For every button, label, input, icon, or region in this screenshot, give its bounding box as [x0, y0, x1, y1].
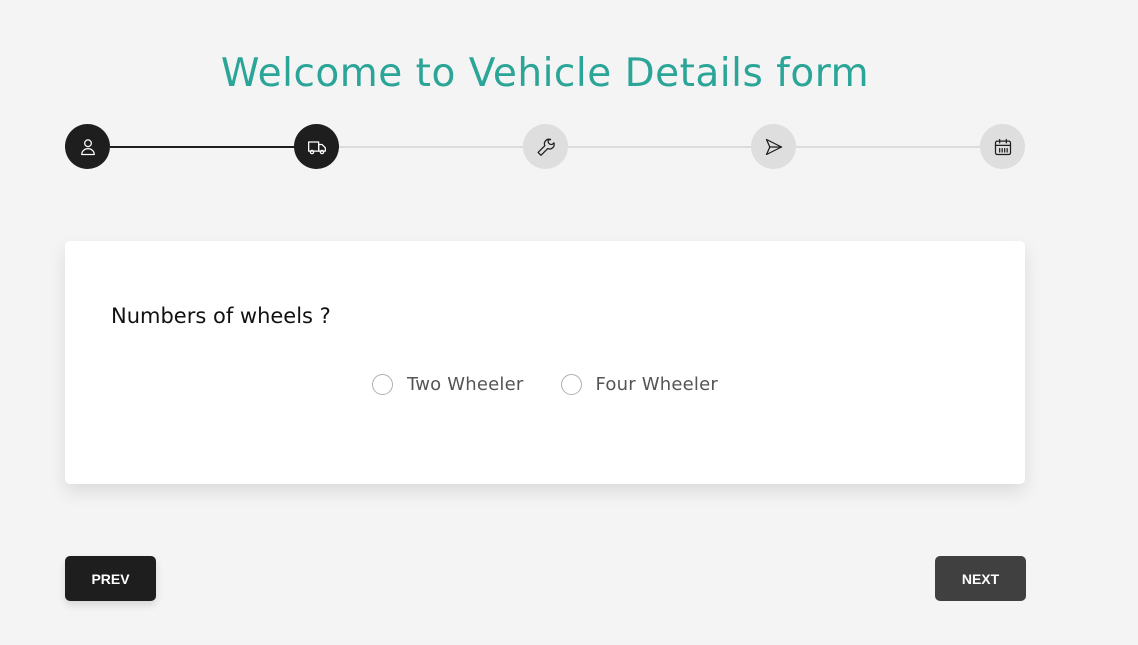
question-label: Numbers of wheels ? — [111, 304, 331, 328]
option-four-wheeler[interactable]: Four Wheeler — [560, 374, 719, 395]
step-vehicle[interactable] — [294, 124, 339, 169]
step-schedule[interactable] — [980, 124, 1025, 169]
stepper-track-pending — [339, 146, 980, 148]
prev-button[interactable]: PREV — [65, 556, 156, 601]
progress-stepper — [65, 124, 1025, 169]
step-personal[interactable] — [65, 124, 110, 169]
step-service[interactable] — [523, 124, 568, 169]
send-icon — [765, 138, 782, 155]
truck-icon — [307, 140, 326, 154]
calendar-icon — [994, 138, 1011, 155]
wheel-options: Two Wheeler Four Wheeler — [65, 374, 1027, 395]
user-icon — [80, 138, 95, 155]
page-title: Welcome to Vehicle Details form — [220, 51, 870, 96]
four-wheeler-label: Four Wheeler — [595, 374, 718, 395]
two-wheeler-label: Two Wheeler — [406, 374, 524, 395]
option-two-wheeler[interactable]: Two Wheeler — [371, 374, 524, 395]
two-wheeler-radio[interactable] — [371, 374, 393, 395]
question-card: Numbers of wheels ? Two Wheeler Four Whe… — [65, 241, 1025, 484]
wrench-icon — [536, 138, 555, 156]
four-wheeler-radio[interactable] — [560, 374, 582, 395]
step-submit[interactable] — [751, 124, 796, 169]
next-button[interactable]: NEXT — [935, 556, 1026, 601]
